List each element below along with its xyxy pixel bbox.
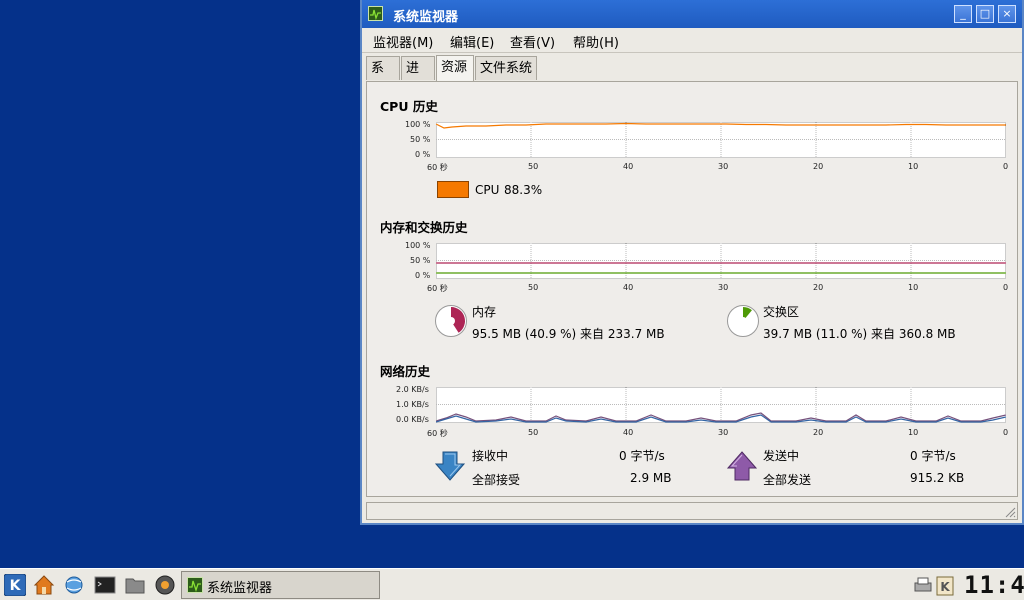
mem-x-tick: 10	[908, 283, 919, 292]
net-x-tick: 10	[908, 428, 919, 437]
cpu-x-tick: 20	[813, 162, 824, 171]
status-bar	[366, 502, 1018, 520]
net-x-tick: 30	[718, 428, 729, 437]
download-arrow-icon[interactable]	[434, 450, 466, 482]
system-monitor-icon	[368, 6, 383, 21]
tab-processes[interactable]: 进程	[401, 56, 435, 99]
mem-y-tick: 100 %	[405, 241, 431, 250]
media-player-icon[interactable]	[154, 574, 176, 596]
svg-text:K: K	[10, 578, 22, 594]
memory-label: 内存	[472, 305, 497, 319]
cpu-y-tick: 0 %	[415, 150, 431, 159]
resize-grip-icon[interactable]	[1004, 506, 1016, 518]
cpu-x-tick: 30	[718, 162, 729, 171]
file-manager-icon[interactable]	[124, 574, 146, 596]
network-browser-icon[interactable]	[63, 574, 85, 596]
system-monitor-window: 系统监视器 _ □ × 监视器(M) 编辑(E) 查看(V) 帮助(H) 系统 …	[360, 0, 1024, 525]
net-x-tick: 0	[1003, 428, 1009, 437]
clock[interactable]: 11:45	[964, 571, 1024, 599]
mem-x-tick: 40	[623, 283, 634, 292]
net-x-tick: 60 秒	[427, 429, 448, 438]
cpu-history-graph	[436, 122, 1006, 158]
mem-x-tick: 30	[718, 283, 729, 292]
cpu-x-tick: 0	[1003, 162, 1009, 171]
upload-arrow-icon[interactable]	[726, 450, 758, 482]
receiving-label: 接收中	[472, 449, 509, 463]
net-y-tick: 1.0 KB/s	[396, 400, 429, 409]
resources-panel: CPU 历史 100 % 50 % 0 % 60 秒 50 40 30 20 1…	[366, 81, 1018, 497]
receiving-rate: 0 字节/s	[619, 449, 665, 463]
menu-help[interactable]: 帮助(H)	[573, 32, 619, 51]
tab-filesystems[interactable]: 文件系统	[475, 56, 537, 80]
total-sent-label: 全部发送	[763, 473, 812, 487]
menu-bar: 监视器(M) 编辑(E) 查看(V) 帮助(H)	[362, 28, 1022, 53]
net-x-tick: 40	[623, 428, 634, 437]
sending-rate: 0 字节/s	[910, 449, 956, 463]
network-history-graph	[436, 387, 1006, 423]
title-bar[interactable]: 系统监视器 _ □ ×	[362, 0, 1022, 28]
maximize-button[interactable]: □	[976, 5, 994, 23]
menu-view[interactable]: 查看(V)	[510, 32, 555, 51]
total-sent-value: 915.2 KB	[910, 471, 965, 485]
memory-history-graph	[436, 243, 1006, 279]
taskbar: K 系统监视器 K 11:45	[0, 568, 1024, 600]
sending-label: 发送中	[763, 449, 800, 463]
cpu-y-tick: 50 %	[410, 135, 431, 144]
mem-y-tick: 0 %	[415, 271, 431, 280]
klipper-clipboard-icon[interactable]: K	[935, 574, 957, 596]
cpu-x-tick: 50	[528, 162, 539, 171]
cpu-x-tick: 10	[908, 162, 919, 171]
minimize-button[interactable]: _	[954, 5, 972, 23]
mem-y-tick: 50 %	[410, 256, 431, 265]
memory-value: 95.5 MB (40.9 %) 来自 233.7 MB	[472, 327, 665, 341]
taskbar-system-monitor-button[interactable]: 系统监视器	[181, 571, 380, 599]
swap-value: 39.7 MB (11.0 %) 来自 360.8 MB	[763, 327, 956, 341]
total-received-label: 全部接受	[472, 473, 521, 487]
total-received-value: 2.9 MB	[630, 471, 672, 485]
tab-system[interactable]: 系统	[366, 56, 400, 99]
net-x-tick: 20	[813, 428, 824, 437]
printer-icon[interactable]	[913, 575, 935, 597]
mem-x-tick: 60 秒	[427, 284, 448, 293]
network-history-title: 网络历史	[380, 364, 431, 379]
net-y-tick: 0.0 KB/s	[396, 415, 429, 424]
menu-monitor[interactable]: 监视器(M)	[373, 32, 433, 51]
swap-label: 交换区	[763, 305, 800, 319]
mem-x-tick: 0	[1003, 283, 1009, 292]
taskbar-task-label: 系统监视器	[207, 581, 273, 596]
svg-text:K: K	[940, 580, 950, 594]
net-x-tick: 50	[528, 428, 539, 437]
cpu-color-swatch[interactable]	[437, 181, 469, 198]
cpu-legend-value: 88.3%	[504, 183, 543, 197]
swap-pie-icon[interactable]	[726, 304, 760, 338]
cpu-history-title: CPU 历史	[380, 99, 438, 114]
menu-edit[interactable]: 编辑(E)	[450, 32, 494, 51]
home-icon[interactable]	[33, 574, 55, 596]
window-title: 系统监视器	[393, 10, 459, 25]
memory-history-title: 内存和交换历史	[380, 220, 468, 235]
terminal-icon[interactable]	[94, 574, 116, 596]
net-y-tick: 2.0 KB/s	[396, 385, 429, 394]
memory-pie-icon[interactable]	[434, 304, 468, 338]
cpu-x-tick: 40	[623, 162, 634, 171]
system-monitor-icon	[187, 577, 203, 593]
close-button[interactable]: ×	[998, 5, 1016, 23]
cpu-y-tick: 100 %	[405, 120, 431, 129]
cpu-legend-label: CPU	[475, 183, 500, 197]
tab-resources[interactable]: 资源	[436, 55, 474, 81]
kde-menu-icon[interactable]: K	[4, 574, 26, 596]
mem-x-tick: 50	[528, 283, 539, 292]
mem-x-tick: 20	[813, 283, 824, 292]
cpu-x-tick: 60 秒	[427, 163, 448, 172]
